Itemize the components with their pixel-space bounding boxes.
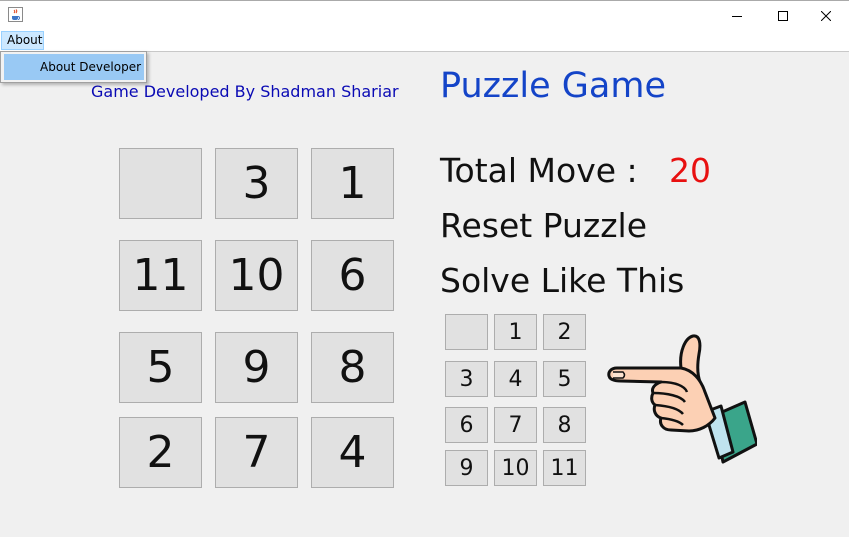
puzzle-tile[interactable]: 10 xyxy=(215,240,298,311)
pointing-hand-icon xyxy=(607,334,757,464)
puzzle-tile[interactable]: 7 xyxy=(215,417,298,488)
solution-tile xyxy=(445,314,488,350)
solution-tile: 3 xyxy=(445,361,488,397)
reset-puzzle-button[interactable]: Reset Puzzle xyxy=(440,206,647,245)
title-bar xyxy=(0,0,849,30)
total-move-value: 20 xyxy=(669,151,711,190)
solution-tile: 2 xyxy=(543,314,586,350)
puzzle-tile[interactable]: 3 xyxy=(215,148,298,219)
minimize-button[interactable] xyxy=(714,1,760,31)
puzzle-tile[interactable]: 2 xyxy=(119,417,202,488)
page-title: Puzzle Game xyxy=(440,66,666,106)
puzzle-tile[interactable]: 5 xyxy=(119,332,202,403)
solution-tile: 10 xyxy=(494,450,537,486)
puzzle-tile[interactable]: 9 xyxy=(215,332,298,403)
developer-credit: Game Developed By Shadman Shariar xyxy=(91,82,399,101)
puzzle-tile[interactable]: 8 xyxy=(311,332,394,403)
solution-tile: 1 xyxy=(494,314,537,350)
puzzle-tile[interactable] xyxy=(119,148,202,219)
solution-tile: 11 xyxy=(543,450,586,486)
menu-item-about-developer[interactable]: About Developer xyxy=(4,54,144,80)
java-cup-icon xyxy=(8,7,23,22)
close-button[interactable] xyxy=(803,1,849,31)
solution-tile: 7 xyxy=(494,407,537,443)
solution-tile: 6 xyxy=(445,407,488,443)
puzzle-tile[interactable]: 4 xyxy=(311,417,394,488)
minimize-icon xyxy=(732,16,742,17)
menu-about[interactable]: About xyxy=(1,31,44,50)
about-dropdown-menu: About Developer xyxy=(0,51,147,83)
solution-tile: 9 xyxy=(445,450,488,486)
maximize-icon xyxy=(778,11,788,21)
puzzle-tile[interactable]: 11 xyxy=(119,240,202,311)
maximize-button[interactable] xyxy=(760,1,806,31)
total-move-label: Total Move : xyxy=(440,151,638,190)
puzzle-tile[interactable]: 6 xyxy=(311,240,394,311)
puzzle-tile[interactable]: 1 xyxy=(311,148,394,219)
solution-tile: 8 xyxy=(543,407,586,443)
close-icon xyxy=(821,11,831,21)
solution-tile: 5 xyxy=(543,361,586,397)
menu-bar: About xyxy=(0,30,849,52)
solution-tile: 4 xyxy=(494,361,537,397)
solve-like-this-label: Solve Like This xyxy=(440,261,685,300)
